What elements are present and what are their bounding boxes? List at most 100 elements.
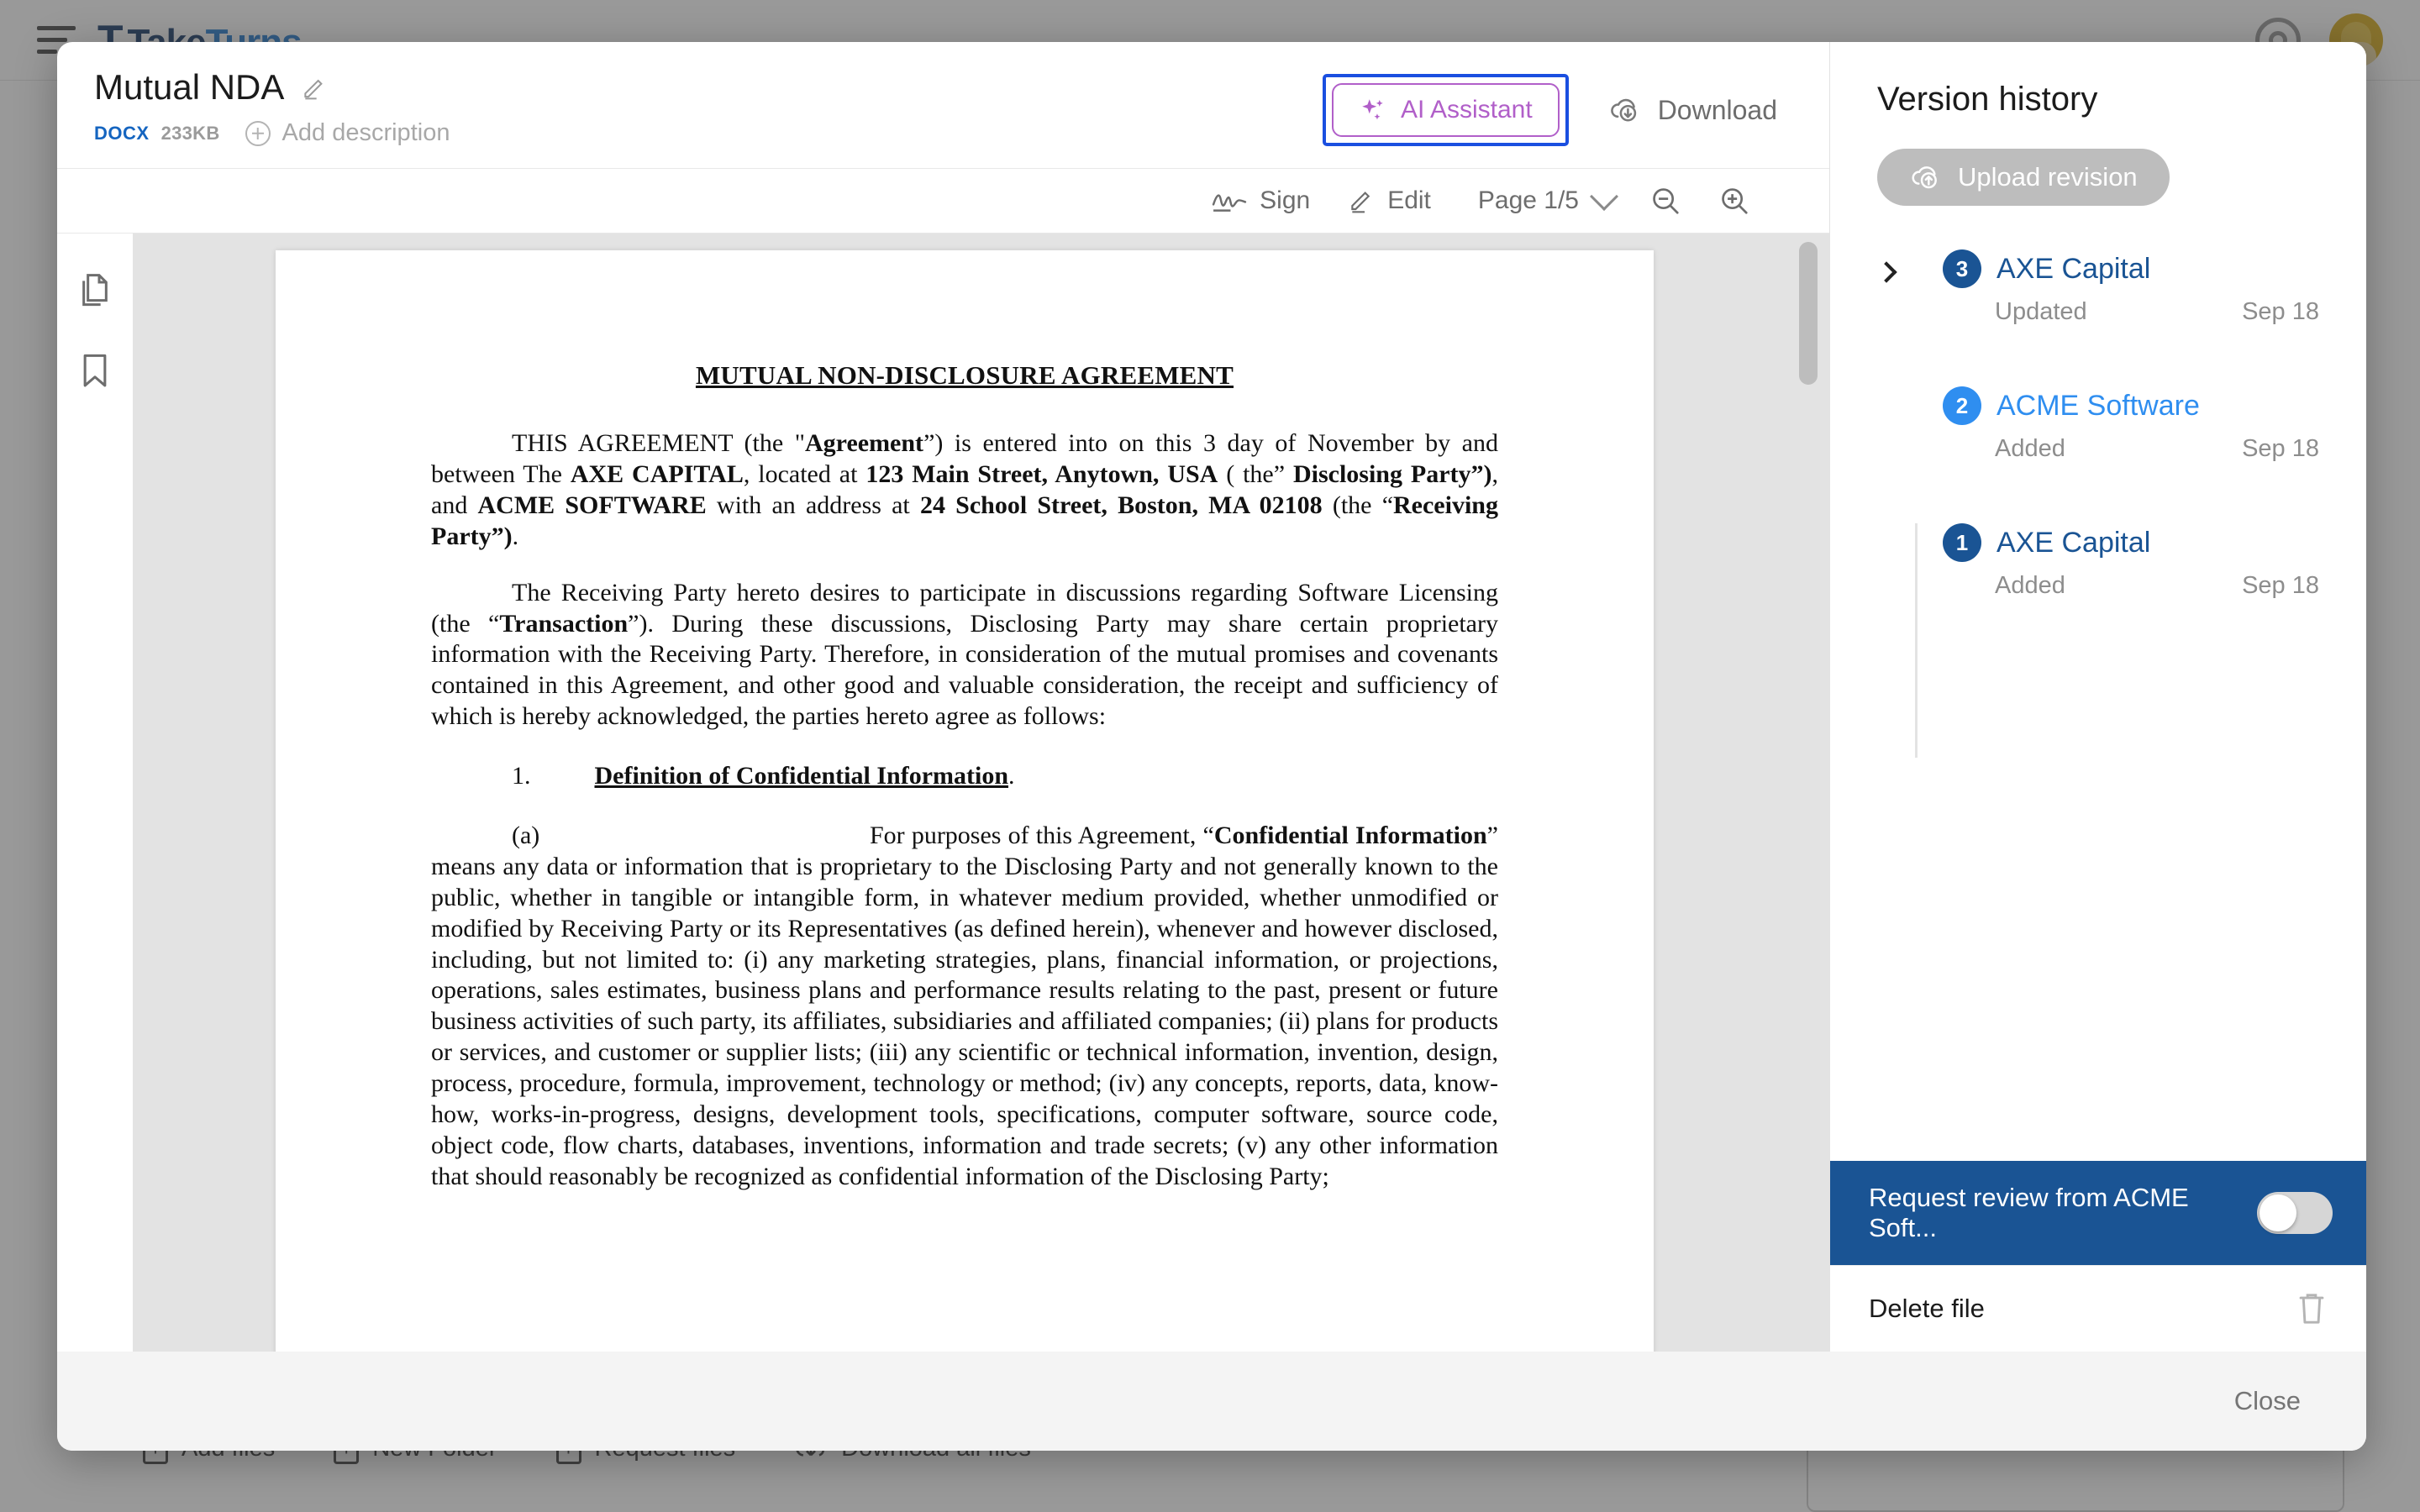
file-size: 233KB xyxy=(160,122,220,144)
document-text: MUTUAL NON-DISCLOSURE AGREEMENT THIS AGR… xyxy=(431,360,1498,1193)
download-cloud-icon xyxy=(1607,96,1643,124)
download-button[interactable]: Download xyxy=(1589,87,1796,134)
version-item-3-meta: Updated Sep 18 xyxy=(1943,298,2319,326)
subsection-a-lead: For purposes of this Agreement, “ xyxy=(870,822,1214,850)
version-item-2[interactable]: 2 ACME Software Added Sep 18 xyxy=(1865,386,2319,463)
file-meta-row: DOCX 233KB Add description xyxy=(94,119,450,147)
pages-thumbnail-icon[interactable] xyxy=(78,272,112,309)
p1-part-d: ( the” xyxy=(1218,460,1293,489)
sparkle-icon xyxy=(1359,96,1387,124)
version-badge-3: 3 xyxy=(1943,249,1981,288)
p1-address-2: 24 School Street, Boston, MA 02108 xyxy=(919,491,1323,519)
add-description-button[interactable]: Add description xyxy=(245,119,450,147)
version-item-3[interactable]: 3 AXE Capital Updated Sep 18 xyxy=(1865,249,2319,326)
document-section-1: 1. Definition of Confidential Informatio… xyxy=(431,761,1498,792)
chevron-down-icon[interactable] xyxy=(1590,182,1618,211)
document-header-left: Mutual NDA DOCX 233KB Add description xyxy=(94,67,450,147)
version-date-3: Sep 18 xyxy=(2242,298,2319,325)
request-review-toggle[interactable] xyxy=(2256,1192,2333,1234)
p2-transaction: Transaction xyxy=(499,609,629,638)
delete-file-label: Delete file xyxy=(1869,1294,1985,1323)
edit-label: Edit xyxy=(1387,186,1431,214)
scrollbar-thumb[interactable] xyxy=(1799,242,1818,385)
add-description-label: Add description xyxy=(281,119,450,146)
version-name-2[interactable]: ACME Software xyxy=(1996,390,2200,423)
p1-part-c: , located at xyxy=(743,460,866,489)
p1-part-h: . xyxy=(512,522,519,550)
document-viewport: MUTUAL NON-DISCLOSURE AGREEMENT THIS AGR… xyxy=(57,234,1829,1352)
file-type-badge: DOCX xyxy=(94,122,150,144)
document-header: Mutual NDA DOCX 233KB Add description AI… xyxy=(57,42,1829,168)
sign-button[interactable]: Sign xyxy=(1192,186,1328,215)
subsection-a-label: (a) xyxy=(512,822,540,850)
pencil-icon[interactable] xyxy=(301,74,328,101)
version-history-header: Version history Upload revision xyxy=(1830,42,2366,206)
chevron-right-icon[interactable] xyxy=(1876,261,1897,283)
document-toolbar: Sign Edit Page 1/5 xyxy=(57,168,1829,234)
p1-part-a: THIS AGREEMENT (the " xyxy=(512,429,805,458)
plus-circle-icon xyxy=(245,120,271,146)
version-item-2-meta: Added Sep 18 xyxy=(1943,435,2319,463)
document-paragraph-2: The Receiving Party hereto desires to pa… xyxy=(431,578,1498,732)
p1-acme: ACME SOFTWARE xyxy=(477,491,707,519)
version-date-1: Sep 18 xyxy=(2242,572,2319,599)
zoom-out-button[interactable] xyxy=(1631,185,1700,217)
section-1-title: Definition of Confidential Information xyxy=(594,762,1009,790)
p1-agreement: Agreement xyxy=(805,429,924,458)
upload-cloud-icon xyxy=(1909,163,1943,192)
subsection-a-rest: ” means any data or information that is … xyxy=(431,822,1498,1190)
version-action-3: Updated xyxy=(1995,298,2087,325)
page-indicator[interactable]: Page 1/5 xyxy=(1449,186,1579,215)
delete-file-row[interactable]: Delete file xyxy=(1830,1265,2366,1352)
bookmark-icon[interactable] xyxy=(79,353,111,390)
document-subsection-a: (a) For purposes of this Agreement, “Conf… xyxy=(431,821,1498,1193)
version-history-title: Version history xyxy=(1877,81,2098,118)
request-review-label: Request review from ACME Soft... xyxy=(1869,1183,2189,1242)
zoom-in-icon xyxy=(1718,185,1750,217)
document-column: Mutual NDA DOCX 233KB Add description AI… xyxy=(57,42,1830,1352)
document-page: MUTUAL NON-DISCLOSURE AGREEMENT THIS AGR… xyxy=(276,250,1654,1352)
p1-address-1: 123 Main Street, Anytown, USA xyxy=(865,460,1218,489)
document-title-row: Mutual NDA xyxy=(94,67,450,108)
subsection-a-bold: Confidential Information xyxy=(1213,822,1487,850)
pencil-icon xyxy=(1347,187,1376,214)
version-item-1-meta: Added Sep 18 xyxy=(1943,572,2319,600)
ai-assistant-focus-ring: AI Assistant xyxy=(1322,74,1569,146)
version-name-3[interactable]: AXE Capital xyxy=(1996,253,2150,286)
file-detail-modal: Mutual NDA DOCX 233KB Add description AI… xyxy=(57,42,2366,1451)
version-item-2-row: 2 ACME Software xyxy=(1943,386,2319,425)
ai-assistant-button[interactable]: AI Assistant xyxy=(1331,83,1560,137)
version-item-1-row: 1 AXE Capital xyxy=(1943,523,2319,562)
zoom-out-icon xyxy=(1649,185,1681,217)
version-date-2: Sep 18 xyxy=(2242,435,2319,462)
upload-revision-label: Upload revision xyxy=(1958,162,2138,192)
close-button[interactable]: Close xyxy=(2234,1386,2301,1416)
version-item-1[interactable]: 1 AXE Capital Added Sep 18 xyxy=(1865,523,2319,600)
document-scroll-area[interactable]: MUTUAL NON-DISCLOSURE AGREEMENT THIS AGR… xyxy=(133,234,1829,1352)
document-header-actions: AI Assistant Download xyxy=(1322,67,1796,146)
zoom-in-button[interactable] xyxy=(1700,185,1769,217)
section-1-number: 1. xyxy=(512,762,531,790)
upload-revision-button[interactable]: Upload revision xyxy=(1877,149,2170,206)
version-name-1[interactable]: AXE Capital xyxy=(1996,527,2150,559)
p1-axe: AXE CAPITAL xyxy=(570,460,744,489)
version-history-list: 3 AXE Capital Updated Sep 18 2 ACME Soft… xyxy=(1830,206,2366,1161)
download-label: Download xyxy=(1657,94,1777,125)
version-item-3-row: 3 AXE Capital xyxy=(1943,249,2319,288)
p1-disclosing-party: Disclosing Party”) xyxy=(1292,460,1492,489)
version-badge-2: 2 xyxy=(1943,386,1981,425)
document-scrollbar[interactable] xyxy=(1799,242,1818,1343)
modal-footer: Close xyxy=(57,1352,2366,1451)
sign-label: Sign xyxy=(1260,186,1311,214)
signature-icon xyxy=(1211,187,1248,214)
p1-part-f: with an address at xyxy=(706,491,920,519)
section-1-period: . xyxy=(1008,762,1015,790)
edit-button[interactable]: Edit xyxy=(1328,186,1449,215)
version-action-1: Added xyxy=(1995,572,2065,599)
toggle-knob xyxy=(2259,1194,2296,1231)
trash-icon[interactable] xyxy=(2296,1291,2328,1326)
p1-part-g: (the “ xyxy=(1322,491,1394,519)
request-review-bar[interactable]: Request review from ACME Soft... xyxy=(1830,1161,2366,1265)
